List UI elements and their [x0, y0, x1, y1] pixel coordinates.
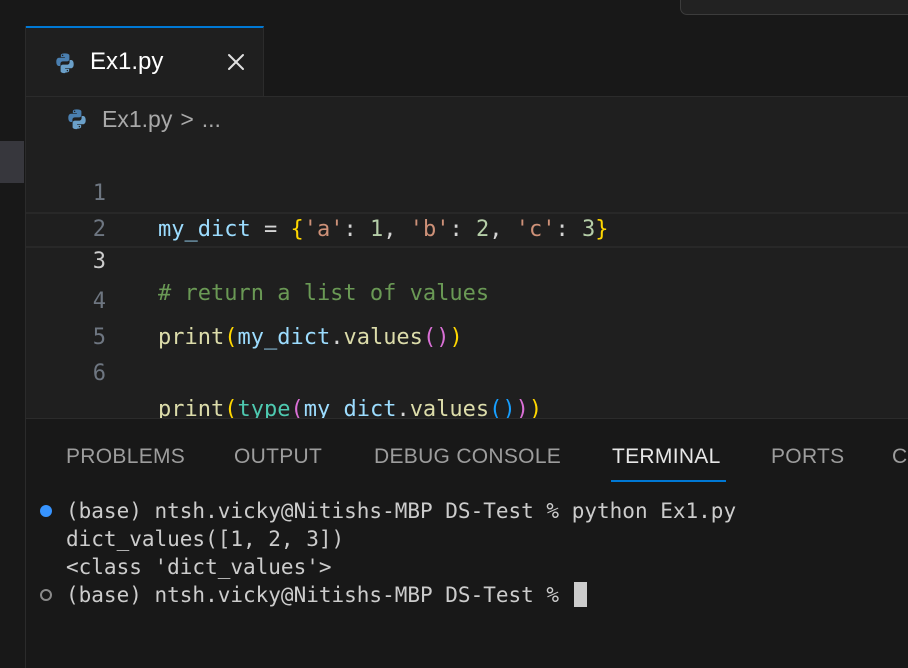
prompt-text: (base) ntsh.vicky@Nitishs-MBP DS-Test % [66, 583, 572, 607]
tab-ex1-py[interactable]: Ex1.py [26, 26, 264, 96]
code-editor[interactable]: 1 my_dict = {'a': 1, 'b': 2, 'c': 3} 2 3… [26, 140, 908, 422]
command-success-dot-icon[interactable] [40, 505, 52, 517]
active-item-marker [0, 141, 24, 183]
breadcrumb-symbols[interactable]: ... [202, 106, 221, 133]
tab-problems[interactable]: PROBLEMS [66, 445, 185, 469]
active-tab-underline [611, 480, 726, 482]
close-icon[interactable] [224, 50, 248, 74]
title-bar [0, 0, 908, 27]
command-pending-dot-icon[interactable] [40, 589, 52, 601]
terminal-line: <class 'dict_values'> [66, 555, 332, 579]
breadcrumb: Ex1.py > ... [66, 104, 221, 134]
code-line[interactable]: 4 print(my_dict.values()) [26, 248, 908, 350]
tab-label: Ex1.py [90, 48, 164, 75]
bottom-panel: PROBLEMS OUTPUT DEBUG CONSOLE TERMINAL P… [26, 418, 908, 668]
activity-bar [0, 26, 26, 668]
terminal-line: dict_values([1, 2, 3]) [66, 527, 345, 551]
chevron-right-icon: > [180, 105, 194, 132]
code-line[interactable]: 1 my_dict = {'a': 1, 'b': 2, 'c': 3} [26, 140, 908, 242]
tab-ports[interactable]: PORTS [771, 445, 844, 469]
command-center-search[interactable] [680, 0, 908, 15]
terminal-line: (base) ntsh.vicky@Nitishs-MBP DS-Test % … [66, 499, 737, 523]
vscode-window: Ex1.py Ex1.py > ... 1 my_dict = {'a': 1,… [0, 0, 908, 668]
python-icon [68, 109, 86, 130]
line-number: 6 [92, 361, 106, 386]
tab-terminal[interactable]: TERMINAL [612, 445, 721, 469]
editor-tab-bar: Ex1.py [26, 26, 908, 97]
code-line[interactable]: 6 print(type(my_dict.values())) [26, 320, 908, 422]
tab-debug-console[interactable]: DEBUG CONSOLE [374, 445, 561, 469]
code-line[interactable]: 5 [26, 284, 908, 350]
tab-truncated[interactable]: C [892, 445, 907, 469]
terminal-prompt[interactable]: (base) ntsh.vicky@Nitishs-MBP DS-Test % [66, 581, 587, 609]
code-line-current[interactable]: 3 # return a list of values [26, 212, 908, 306]
terminal-cursor [573, 582, 587, 607]
code-line[interactable]: 2 [26, 176, 908, 242]
python-icon [56, 53, 74, 74]
breadcrumb-file[interactable]: Ex1.py [102, 106, 172, 133]
tab-output[interactable]: OUTPUT [234, 445, 322, 469]
